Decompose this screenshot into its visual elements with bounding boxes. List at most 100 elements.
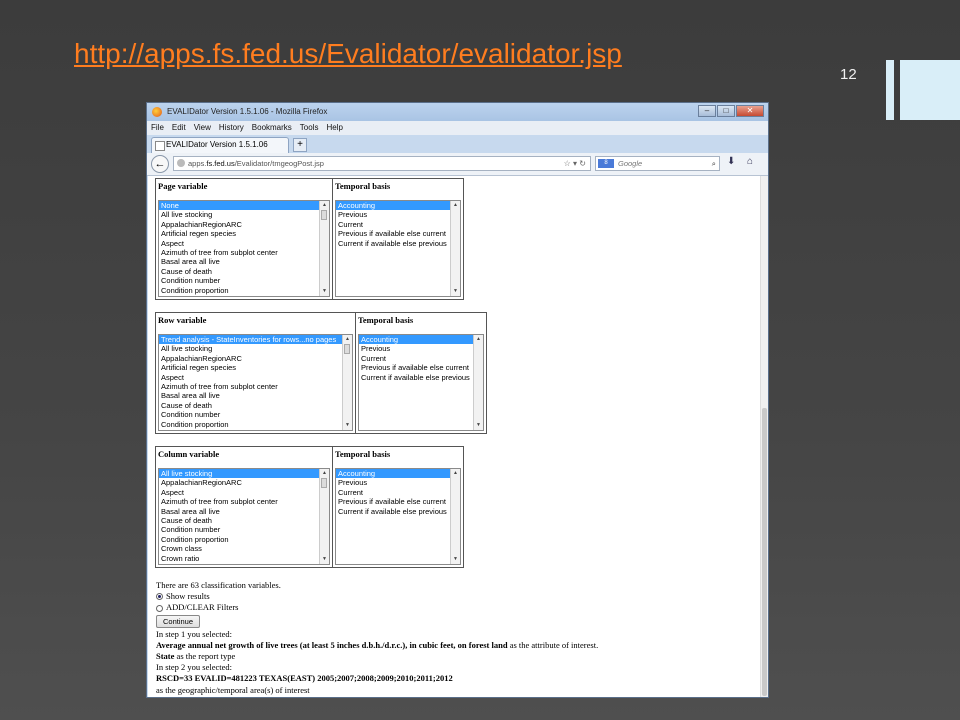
show-results-label: Show results: [166, 591, 210, 602]
list-item[interactable]: Cause of death: [159, 267, 329, 276]
list-item[interactable]: Current if available else previous: [336, 507, 460, 516]
menu-bar: File Edit View History Bookmarks Tools H…: [147, 121, 768, 135]
list-item[interactable]: Basal area all live: [159, 257, 329, 266]
listbox-scrollbar[interactable]: ▲ ▼: [319, 469, 329, 564]
menu-edit[interactable]: Edit: [172, 121, 186, 135]
column-variable-header: Column variable: [158, 449, 220, 459]
close-button[interactable]: ✕: [736, 105, 764, 117]
list-item[interactable]: Crown ratio: [159, 554, 329, 563]
selection-summary: There are 63 classification variables. S…: [156, 580, 756, 696]
attribute-line: Average annual net growth of live trees …: [156, 640, 756, 651]
row-variable-table: Row variable Trend analysis - StateInven…: [155, 312, 487, 434]
menu-history[interactable]: History: [219, 121, 244, 135]
menu-tools[interactable]: Tools: [300, 121, 319, 135]
list-item[interactable]: Previous: [359, 344, 483, 353]
list-item[interactable]: Previous if available else current: [336, 497, 460, 506]
list-item[interactable]: Artificial regen species: [159, 363, 352, 372]
list-item[interactable]: Current: [336, 220, 460, 229]
search-engine-icon[interactable]: 8: [598, 159, 614, 168]
list-item[interactable]: Accounting: [359, 335, 483, 345]
list-item[interactable]: Accounting: [336, 469, 460, 479]
list-item[interactable]: Condition number: [159, 410, 352, 419]
column-variable-listbox[interactable]: All live stocking AppalachianRegionARC A…: [158, 468, 330, 565]
firefox-logo-icon: [152, 107, 162, 117]
page-scrollbar-thumb[interactable]: [762, 408, 767, 696]
list-item[interactable]: AppalachianRegionARC: [159, 478, 329, 487]
list-item[interactable]: Condition number: [159, 525, 329, 534]
report-type-line: State as the report type: [156, 651, 756, 662]
tab-evalidator[interactable]: EVALIDator Version 1.5.1.06: [151, 137, 289, 153]
back-button[interactable]: ←: [151, 155, 169, 173]
page-temporal-listbox[interactable]: Accounting Previous Current Previous if …: [335, 200, 461, 297]
listbox-scrollbar[interactable]: ▲ ▼: [342, 335, 352, 430]
list-item[interactable]: Azimuth of tree from subplot center: [159, 248, 329, 257]
menu-help[interactable]: Help: [326, 121, 342, 135]
row-temporal-listbox[interactable]: Accounting Previous Current Previous if …: [358, 334, 484, 431]
list-item[interactable]: All live stocking: [159, 344, 352, 353]
list-item[interactable]: Current: [336, 488, 460, 497]
attribute-name: Average annual net growth of live trees …: [156, 639, 508, 650]
list-item[interactable]: AppalachianRegionARC: [159, 354, 352, 363]
list-item[interactable]: Condition proportion: [159, 535, 329, 544]
list-item[interactable]: Aspect: [159, 373, 352, 382]
add-clear-filters-option[interactable]: ADD/CLEAR Filters: [156, 602, 756, 613]
slide-url-title[interactable]: http://apps.fs.fed.us/Evalidator/evalida…: [74, 38, 622, 70]
page-variable-listbox[interactable]: None All live stocking AppalachianRegion…: [158, 200, 330, 297]
list-item[interactable]: Condition proportion: [159, 420, 352, 429]
list-item[interactable]: Aspect: [159, 488, 329, 497]
list-item[interactable]: Azimuth of tree from subplot center: [159, 497, 329, 506]
list-item[interactable]: Artificial regen species: [159, 229, 329, 238]
list-item[interactable]: Cause of death: [159, 401, 352, 410]
list-item[interactable]: AppalachianRegionARC: [159, 220, 329, 229]
page-variable-table: Page variable None All live stocking App…: [155, 178, 464, 300]
list-item[interactable]: Condition number: [159, 276, 329, 285]
download-icon[interactable]: ⬇: [727, 156, 735, 167]
window-title: EVALIDator Version 1.5.1.06 - Mozilla Fi…: [167, 107, 328, 116]
new-tab-button[interactable]: +: [293, 138, 307, 152]
list-item[interactable]: Previous if available else current: [359, 363, 483, 372]
list-item[interactable]: Current: [359, 354, 483, 363]
listbox-scrollbar[interactable]: ▲ ▼: [450, 469, 460, 564]
page-scrollbar[interactable]: [760, 176, 768, 697]
row-variable-listbox[interactable]: Trend analysis - StateInventories for ro…: [158, 334, 353, 431]
attribute-suffix: as the attribute of interest.: [507, 639, 599, 650]
continue-button[interactable]: Continue: [156, 614, 201, 628]
search-icon[interactable]: ⌕: [712, 157, 716, 170]
search-input[interactable]: 8 Google ⌕: [595, 156, 720, 171]
add-clear-filters-radio[interactable]: [156, 604, 163, 612]
home-icon[interactable]: ⌂: [747, 156, 753, 167]
menu-view[interactable]: View: [194, 121, 211, 135]
column-temporal-listbox[interactable]: Accounting Previous Current Previous if …: [335, 468, 461, 565]
list-item[interactable]: Previous if available else current: [336, 229, 460, 238]
list-item[interactable]: Basal area all live: [159, 391, 352, 400]
list-item[interactable]: Current if available else previous: [336, 239, 460, 248]
evalid-line: RSCD=33 EVALID=481223 TEXAS(EAST) 2005;2…: [156, 673, 756, 684]
list-item[interactable]: Crown class: [159, 544, 329, 553]
list-item[interactable]: Previous: [336, 210, 460, 219]
list-item[interactable]: Previous: [336, 478, 460, 487]
list-item[interactable]: Condition proportion: [159, 286, 329, 295]
list-item[interactable]: None: [159, 201, 329, 211]
list-item[interactable]: Accounting: [336, 201, 460, 211]
list-item[interactable]: Current if available else previous: [359, 373, 483, 382]
listbox-scrollbar[interactable]: ▲ ▼: [450, 201, 460, 296]
list-item[interactable]: Aspect: [159, 239, 329, 248]
list-item[interactable]: All live stocking: [159, 469, 329, 479]
listbox-scrollbar[interactable]: ▲ ▼: [319, 201, 329, 296]
url-controls[interactable]: ☆ ▾ ↻: [564, 157, 586, 170]
list-item[interactable]: Basal area all live: [159, 507, 329, 516]
maximize-button[interactable]: □: [717, 105, 735, 117]
list-item[interactable]: All live stocking: [159, 210, 329, 219]
list-item[interactable]: Cause of death: [159, 516, 329, 525]
address-bar[interactable]: apps.fs.fed.us/Evalidator/tmgeogPost.jsp…: [173, 156, 591, 171]
minimize-button[interactable]: –: [698, 105, 716, 117]
listbox-scrollbar[interactable]: ▲ ▼: [473, 335, 483, 430]
list-item[interactable]: Azimuth of tree from subplot center: [159, 382, 352, 391]
show-results-radio[interactable]: [156, 593, 163, 601]
evalid-value: RSCD=33 EVALID=481223 TEXAS(EAST) 2005;2…: [156, 673, 453, 684]
list-item[interactable]: Trend analysis - StateInventories for ro…: [159, 335, 352, 345]
menu-file[interactable]: File: [151, 121, 164, 135]
slide-page-number: 12: [840, 66, 857, 83]
menu-bookmarks[interactable]: Bookmarks: [252, 121, 292, 135]
show-results-option[interactable]: Show results: [156, 591, 756, 602]
